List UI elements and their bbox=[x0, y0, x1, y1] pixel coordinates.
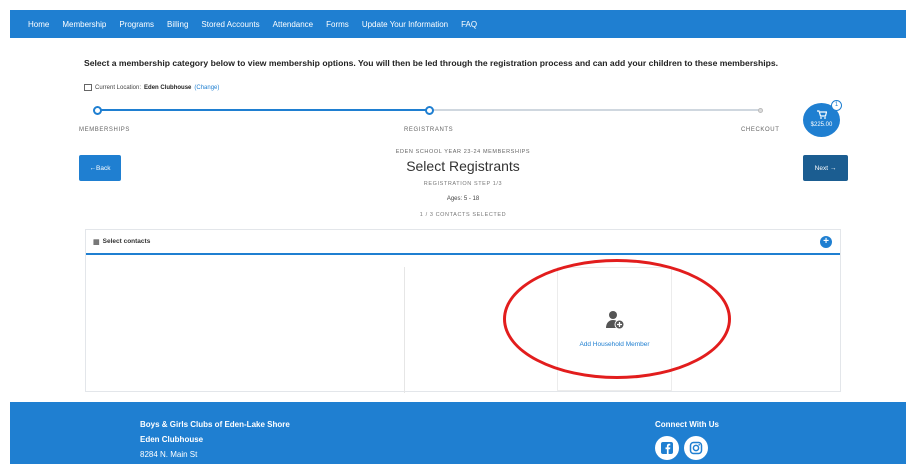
nav-programs[interactable]: Programs bbox=[119, 20, 154, 29]
location-label: Current Location: bbox=[95, 84, 142, 91]
step-label-checkout: CHECKOUT bbox=[741, 127, 780, 133]
cart-button[interactable]: $225.00 1 bbox=[803, 100, 842, 137]
nav-update-info[interactable]: Update Your Information bbox=[362, 20, 448, 29]
contacts-icon: ▦ bbox=[93, 238, 100, 246]
panel-title: Select contacts bbox=[102, 238, 151, 245]
step-dot-registrants bbox=[425, 106, 434, 115]
footer-org-name: Boys & Girls Clubs of Eden-Lake Shore bbox=[140, 420, 290, 429]
instagram-icon[interactable] bbox=[684, 436, 708, 460]
add-contact-plus-button[interactable]: + bbox=[820, 236, 832, 248]
current-location: Current Location: Eden Clubhouse (Change… bbox=[84, 84, 219, 91]
panel-header: ▦ Select contacts + bbox=[86, 230, 840, 255]
top-nav: Home Membership Programs Billing Stored … bbox=[10, 10, 906, 38]
instructions-text: Select a membership category below to vi… bbox=[84, 58, 779, 68]
nav-home[interactable]: Home bbox=[28, 20, 49, 29]
location-icon bbox=[84, 84, 92, 91]
step-label-memberships: MEMBERSHIPS bbox=[79, 127, 130, 133]
back-button[interactable]: ←Back bbox=[79, 155, 121, 181]
facebook-icon[interactable] bbox=[655, 436, 679, 460]
step-dot-checkout bbox=[758, 108, 763, 113]
step-dot-memberships bbox=[93, 106, 102, 115]
progress-fill bbox=[97, 109, 430, 111]
location-name: Eden Clubhouse bbox=[144, 84, 192, 91]
contacts-selected-count: 1 / 3 CONTACTS SELECTED bbox=[419, 212, 507, 218]
footer: Boys & Girls Clubs of Eden-Lake Shore Ed… bbox=[10, 402, 906, 464]
ages-range: Ages: 5 - 18 bbox=[446, 196, 480, 202]
nav-billing[interactable]: Billing bbox=[167, 20, 188, 29]
red-highlight-circle bbox=[503, 259, 731, 379]
next-button[interactable]: Next → bbox=[803, 155, 848, 181]
page-title: Select Registrants bbox=[406, 158, 520, 174]
step-label-registrants: REGISTRANTS bbox=[404, 127, 454, 133]
registration-step: REGISTRATION STEP 1/3 bbox=[423, 181, 503, 187]
cart-icon bbox=[817, 110, 828, 121]
footer-connect-heading: Connect With Us bbox=[655, 420, 719, 429]
footer-club-name: Eden Clubhouse bbox=[140, 435, 204, 444]
nav-membership[interactable]: Membership bbox=[62, 20, 106, 29]
membership-eyebrow: EDEN SCHOOL YEAR 23-24 MEMBERSHIPS bbox=[395, 149, 531, 155]
change-location-link[interactable]: (Change) bbox=[194, 85, 219, 91]
footer-address: 8284 N. Main St bbox=[140, 450, 198, 459]
cart-count-badge: 1 bbox=[831, 100, 842, 111]
cart-total: $225.00 bbox=[810, 122, 833, 128]
panel-divider bbox=[404, 267, 405, 393]
nav-stored-accounts[interactable]: Stored Accounts bbox=[201, 20, 259, 29]
nav-attendance[interactable]: Attendance bbox=[273, 20, 313, 29]
nav-faq[interactable]: FAQ bbox=[461, 20, 477, 29]
nav-forms[interactable]: Forms bbox=[326, 20, 349, 29]
